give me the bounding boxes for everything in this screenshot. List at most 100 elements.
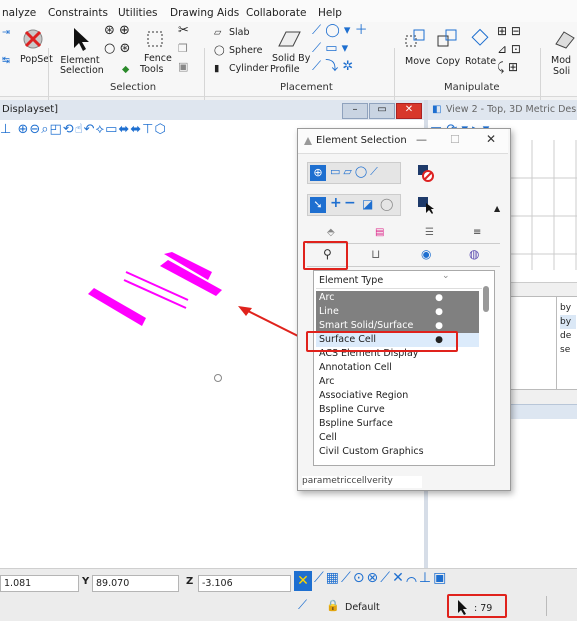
menu-drawing-aids[interactable]: Drawing Aids <box>170 7 239 19</box>
fence-icon[interactable] <box>146 30 164 48</box>
menu-help[interactable]: Help <box>318 7 342 19</box>
active-level[interactable]: Default <box>345 602 380 613</box>
move-label[interactable]: Move <box>405 57 430 67</box>
shape-tools-icon[interactable]: ⟋ ▭ ▾ <box>312 42 348 55</box>
tab-weights-icon[interactable]: ≡ <box>473 227 481 238</box>
copy-icon[interactable]: ❐ <box>178 43 188 54</box>
subtract-mode-icon[interactable]: − <box>344 195 356 211</box>
fence-tools-label[interactable]: Tools <box>140 65 163 75</box>
below-dialog-text: parametriccellverity <box>302 476 422 488</box>
list-header[interactable]: Element Type ⌄ <box>316 271 482 289</box>
invert-mode-icon[interactable]: ◪ <box>362 197 373 211</box>
drawing-elements[interactable] <box>80 250 250 340</box>
view-toolbar[interactable]: ⊥ ⊕⊖⌕◰⟲☝↶⟡▭⬌⬌⊤⬡ <box>0 122 300 140</box>
select-all-icon[interactable] <box>416 195 436 215</box>
tab-global-icon[interactable]: ◍ <box>469 247 479 261</box>
cylinder-label[interactable]: Cylinder <box>229 64 268 74</box>
annotation-box-element-type-tab <box>303 241 348 270</box>
manipulate-small-icons-2[interactable]: ⊿ ⊡ <box>497 43 521 55</box>
scissors-icon[interactable]: ✂ <box>178 24 189 37</box>
list-item[interactable]: Civil Custom Graphics <box>316 445 479 459</box>
list-scrollbar-thumb[interactable] <box>483 286 489 312</box>
tab-colors-icon[interactable]: ▤ <box>375 227 384 238</box>
element-selection-button[interactable]: Element Selection <box>60 56 104 76</box>
select-shape-icons[interactable]: ▭▱◯⟋ <box>330 165 381 179</box>
solid-by-label[interactable]: Solid By <box>272 54 310 64</box>
annotation-box-selection-count <box>447 594 507 618</box>
menu-constraints[interactable]: Constraints <box>48 7 108 19</box>
manipulate-small-icons[interactable]: ⊞ ⊟ <box>497 25 521 37</box>
add-mode-icon[interactable]: + <box>330 195 342 211</box>
list-item[interactable]: Arc ● <box>316 291 479 305</box>
tab-class-icon[interactable]: ⊔ <box>371 247 380 261</box>
list-item[interactable]: Line ● <box>316 305 479 319</box>
maximize-button[interactable]: ▭ <box>369 103 395 119</box>
tab-levels-icon[interactable]: ⬘ <box>327 227 335 238</box>
left-arrows-icon-2[interactable]: ↹ <box>2 56 10 66</box>
dialog-close-button[interactable]: ✕ <box>486 132 496 146</box>
snap-keypoint-icon[interactable]: ✕ <box>294 571 312 591</box>
sphere-icon: ◯ <box>214 45 225 56</box>
origin-marker-icon <box>214 374 222 382</box>
properties-footer <box>510 404 577 419</box>
new-mode-icon[interactable]: ➘ <box>310 197 326 213</box>
clear-selection-icon[interactable] <box>416 163 436 183</box>
x-coordinate-field[interactable]: 1.081 <box>0 575 79 592</box>
menu-utilities[interactable]: Utilities <box>118 7 158 19</box>
tab-lines-icon[interactable]: ☰ <box>425 227 434 238</box>
dialog-minimize-button[interactable]: — <box>416 133 427 146</box>
z-label: Z <box>186 576 194 587</box>
select-mode-icons[interactable]: ⊛ ⊕ <box>104 24 130 37</box>
level-tool-icon[interactable]: ⟋ <box>298 598 307 613</box>
modify-solid-icon[interactable] <box>552 28 576 50</box>
close-view-button[interactable]: ✕ <box>396 103 422 119</box>
view-2-grid <box>510 140 577 270</box>
lock-icon[interactable]: 🔒 <box>326 599 340 612</box>
sort-chevron-icon[interactable]: ⌄ <box>442 271 450 281</box>
tab-template-icon[interactable]: ◉ <box>421 247 431 261</box>
rotate-icon[interactable] <box>468 26 492 50</box>
slab-label[interactable]: Slab <box>229 28 250 38</box>
y-coordinate-field[interactable]: 89.070 <box>92 575 179 592</box>
sphere-label[interactable]: Sphere <box>229 46 262 56</box>
manipulate-small-icons-3[interactable]: ⤹ ⊞ <box>497 61 518 73</box>
z-coordinate-field[interactable]: -3.106 <box>198 575 291 592</box>
list-item[interactable]: Arc <box>316 375 479 389</box>
clear-mode-icon[interactable]: ◯ <box>380 197 393 211</box>
left-arrows-icon[interactable]: ⇥ <box>2 28 10 38</box>
dialog-titlebar: Element Selection — ☐ ✕ <box>298 129 508 154</box>
modify-label-2[interactable]: Soli <box>553 67 570 77</box>
fence-tools-icon: ◆ <box>122 64 130 75</box>
modify-label-1[interactable]: Mod <box>551 56 571 66</box>
magenta-element-3[interactable] <box>88 288 146 326</box>
list-item[interactable]: Associative Region <box>316 389 479 403</box>
prop-snippet-3: de <box>560 331 572 341</box>
copy-element-icon[interactable] <box>436 28 460 50</box>
paste-icon[interactable]: ▣ <box>178 61 188 72</box>
view-2-titlebar: ◧ View 2 - Top, 3D Metric Desig <box>428 100 577 120</box>
minimize-button[interactable]: – <box>342 103 368 119</box>
collapse-arrow-icon[interactable]: ▲ <box>494 204 500 213</box>
menu-collaborate[interactable]: Collaborate <box>246 7 306 19</box>
list-item[interactable]: Bspline Surface <box>316 417 479 431</box>
move-icon[interactable] <box>404 28 428 50</box>
rotate-label[interactable]: Rotate <box>465 57 496 67</box>
list-item[interactable]: Bspline Curve <box>316 403 479 417</box>
cylinder-icon: ▮ <box>214 63 220 74</box>
select-mode-icons-2[interactable]: ○ ⊛ <box>104 42 130 55</box>
fence-label[interactable]: Fence <box>144 54 172 64</box>
curve-tools-icon[interactable]: ⟋ ⤵ ✲ <box>312 60 353 73</box>
line-tools-icon[interactable]: ⟋ ◯ ▾ ＋ <box>312 24 368 37</box>
prop-snippet-1: by <box>560 303 572 313</box>
slab-icon: ▱ <box>214 27 222 38</box>
menu-analyze[interactable]: nalyze <box>2 7 36 19</box>
solid-profile-label[interactable]: Profile <box>270 65 300 75</box>
individual-select-icon[interactable]: ⊕ <box>310 165 326 181</box>
popset-icon[interactable] <box>22 28 44 50</box>
list-item[interactable]: Annotation Cell <box>316 361 479 375</box>
snap-toolbar[interactable]: ⟋▦⟋⊙⊗⟋✕⌒⊥▣ <box>314 570 544 592</box>
element-selection-icon[interactable] <box>70 26 92 52</box>
copy-label[interactable]: Copy <box>436 57 460 67</box>
list-item[interactable]: Cell <box>316 431 479 445</box>
solid-by-profile-icon[interactable] <box>276 28 302 50</box>
